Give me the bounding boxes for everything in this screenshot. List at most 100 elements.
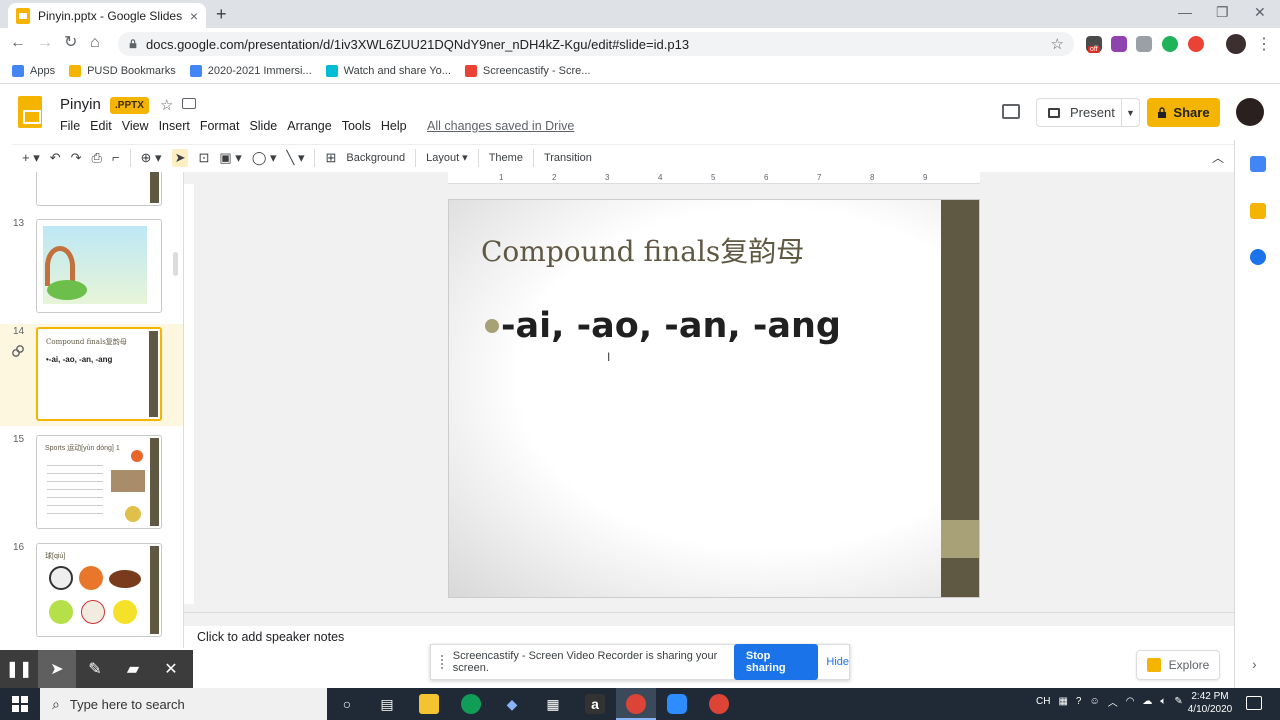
paint-format-icon[interactable]: ⌐ bbox=[112, 150, 120, 165]
store-icon[interactable]: ▦ bbox=[543, 694, 563, 714]
reload-icon[interactable]: ↻ bbox=[64, 34, 77, 52]
new-slide-icon[interactable]: + ▾ bbox=[22, 150, 40, 166]
close-window-icon[interactable]: ✕ bbox=[1254, 4, 1266, 21]
document-title[interactable]: Pinyin bbox=[60, 96, 101, 113]
help-icon[interactable]: ? bbox=[1076, 696, 1082, 707]
people-icon[interactable]: ☺ bbox=[1089, 696, 1099, 707]
new-tab-button[interactable]: + bbox=[216, 4, 227, 25]
slide-thumbnail-15[interactable]: Sports 运动[yùn dòng] 1 bbox=[36, 435, 162, 529]
menu-slide[interactable]: Slide bbox=[249, 119, 277, 133]
shape-icon[interactable]: ◯ ▾ bbox=[252, 150, 277, 166]
cortana-icon[interactable]: ○ bbox=[337, 694, 357, 714]
share-button[interactable]: Share bbox=[1147, 98, 1220, 127]
close-icon[interactable]: ✕ bbox=[152, 650, 190, 688]
extension-puzzle-icon[interactable] bbox=[1111, 36, 1127, 52]
slide-bullet-text[interactable]: -ai, -ao, -an, -ang bbox=[501, 306, 841, 346]
bookmark-youtube[interactable]: Watch and share Yo... bbox=[325, 64, 451, 77]
dropbox-icon[interactable]: ◆ bbox=[502, 694, 522, 714]
menu-arrange[interactable]: Arrange bbox=[287, 119, 331, 133]
amazon-icon[interactable]: a bbox=[585, 694, 605, 714]
hide-button[interactable]: Hide bbox=[826, 656, 849, 668]
notification-icon[interactable] bbox=[1246, 696, 1262, 710]
chevron-right-icon[interactable]: › bbox=[1252, 656, 1257, 672]
extension-cast-icon[interactable] bbox=[1136, 36, 1152, 52]
menu-edit[interactable]: Edit bbox=[90, 119, 112, 133]
slide-thumbnail-13[interactable] bbox=[36, 219, 162, 313]
layout-button[interactable]: Layout ▾ bbox=[426, 151, 468, 164]
pen-icon[interactable]: ✎ bbox=[76, 650, 114, 688]
zoom-app-icon[interactable] bbox=[667, 694, 687, 714]
line-icon[interactable]: ╲ ▾ bbox=[287, 150, 305, 166]
filmstrip-scrollbar[interactable] bbox=[173, 252, 178, 276]
redo-icon[interactable]: ↷ bbox=[71, 150, 82, 166]
current-slide[interactable]: Compound finals复韵母 -ai, -ao, -an, -ang bbox=[448, 199, 980, 598]
menu-file[interactable]: File bbox=[60, 119, 80, 133]
bookmark-pusd[interactable]: PUSD Bookmarks bbox=[69, 64, 176, 77]
back-icon[interactable]: ← bbox=[10, 34, 26, 52]
bookmark-star-icon[interactable]: ☆ bbox=[1051, 35, 1064, 53]
windows-start-icon[interactable] bbox=[12, 696, 28, 712]
menu-insert[interactable]: Insert bbox=[159, 119, 190, 133]
comments-icon[interactable] bbox=[1002, 104, 1020, 119]
chrome-menu-icon[interactable]: ⋮ bbox=[1256, 34, 1272, 54]
highlighter-icon[interactable]: ▰ bbox=[114, 650, 152, 688]
select-tool-icon[interactable]: ➤ bbox=[171, 148, 189, 167]
present-button[interactable]: Present ▼ bbox=[1036, 98, 1140, 127]
menu-help[interactable]: Help bbox=[381, 119, 407, 133]
tray-overflow-icon[interactable]: ︿ bbox=[1108, 694, 1118, 709]
image-icon[interactable]: ▣ ▾ bbox=[219, 150, 241, 166]
browser-tab[interactable]: Pinyin.pptx - Google Slides × bbox=[8, 3, 206, 28]
minimize-icon[interactable]: — bbox=[1178, 4, 1192, 20]
chrome-profile-icon[interactable] bbox=[709, 694, 729, 714]
ime-icon[interactable]: ▦ bbox=[1058, 696, 1067, 707]
home-icon[interactable]: ⌂ bbox=[90, 34, 100, 52]
pause-icon[interactable]: ❚❚ bbox=[0, 650, 38, 688]
bookmark-apps[interactable]: Apps bbox=[12, 64, 55, 77]
textbox-icon[interactable]: ⊡ bbox=[198, 150, 209, 166]
drag-handle-icon[interactable] bbox=[441, 655, 445, 669]
slides-logo-icon[interactable] bbox=[18, 96, 42, 128]
file-explorer-icon[interactable] bbox=[419, 694, 439, 714]
tasks-icon[interactable] bbox=[1250, 249, 1266, 265]
address-bar[interactable]: docs.google.com/presentation/d/1iv3XWL6Z… bbox=[118, 32, 1074, 56]
menu-tools[interactable]: Tools bbox=[342, 119, 371, 133]
profile-avatar[interactable] bbox=[1226, 34, 1246, 54]
save-status[interactable]: All changes saved in Drive bbox=[427, 119, 574, 133]
input-language[interactable]: CH bbox=[1036, 696, 1050, 707]
onedrive-icon[interactable]: ☁ bbox=[1142, 696, 1152, 707]
transition-button[interactable]: Transition bbox=[544, 152, 592, 164]
zoom-icon[interactable]: ⊕ ▾ bbox=[141, 150, 162, 166]
theme-button[interactable]: Theme bbox=[489, 152, 523, 164]
bookmark-immersion[interactable]: 2020-2021 Immersi... bbox=[189, 64, 312, 77]
calendar-icon[interactable] bbox=[1250, 156, 1266, 172]
extension-screencastify-icon[interactable] bbox=[1188, 36, 1204, 52]
stop-sharing-button[interactable]: Stop sharing bbox=[733, 644, 819, 680]
slide-thumbnail-14[interactable]: Compound finals复韵母 •-ai, -ao, -an, -ang bbox=[36, 327, 162, 421]
notes-divider[interactable] bbox=[184, 612, 1234, 626]
bookmark-screencastify[interactable]: Screencastify - Scre... bbox=[464, 64, 590, 77]
slide-title[interactable]: Compound finals复韵母 bbox=[481, 230, 804, 270]
speaker-notes[interactable]: Click to add speaker notes bbox=[197, 630, 344, 644]
maximize-icon[interactable]: ❐ bbox=[1216, 4, 1229, 21]
edge-icon[interactable] bbox=[461, 694, 481, 714]
slide-thumbnail-16[interactable]: 球[qiú] bbox=[36, 543, 162, 637]
close-tab-icon[interactable]: × bbox=[190, 8, 198, 24]
menu-view[interactable]: View bbox=[122, 119, 149, 133]
pointer-icon[interactable]: ➤ bbox=[38, 650, 76, 688]
background-button[interactable]: Background bbox=[346, 152, 405, 164]
keep-icon[interactable] bbox=[1250, 203, 1266, 219]
present-dropdown-icon[interactable]: ▼ bbox=[1121, 99, 1139, 126]
volume-icon[interactable]: 🔈︎ bbox=[1160, 696, 1166, 707]
undo-icon[interactable]: ↶ bbox=[50, 150, 61, 166]
wifi-icon[interactable]: ◠ bbox=[1126, 696, 1135, 707]
taskbar-search[interactable]: ⌕ Type here to search bbox=[40, 688, 327, 720]
menu-format[interactable]: Format bbox=[200, 119, 240, 133]
add-comment-icon[interactable]: ⊞ bbox=[325, 150, 336, 166]
forward-icon[interactable]: → bbox=[37, 34, 53, 52]
task-view-icon[interactable]: ▤ bbox=[377, 694, 397, 714]
explore-button[interactable]: Explore bbox=[1136, 650, 1220, 680]
print-icon[interactable]: ⎙ bbox=[92, 150, 102, 166]
extension-grammarly-icon[interactable] bbox=[1162, 36, 1178, 52]
collapse-toolbar-icon[interactable]: ︿ bbox=[1212, 149, 1224, 166]
move-folder-icon[interactable] bbox=[182, 98, 196, 109]
